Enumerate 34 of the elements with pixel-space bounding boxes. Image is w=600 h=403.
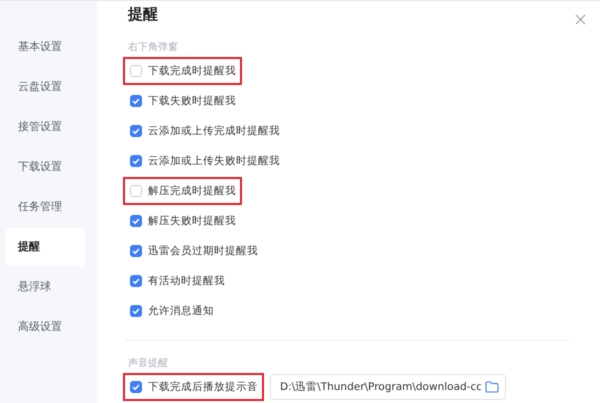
sidebar-item[interactable]: 基本设置 bbox=[6, 28, 85, 66]
option-label: 有活动时提醒我 bbox=[148, 274, 225, 288]
sidebar-item[interactable]: 云盘设置 bbox=[6, 68, 85, 106]
page-title: 提醒 bbox=[128, 4, 158, 25]
option-label: 下载完成时提醒我 bbox=[148, 64, 236, 78]
option-label: 下载失败时提醒我 bbox=[148, 94, 236, 108]
section-label: 声音提醒 bbox=[128, 356, 168, 371]
sidebar-item[interactable]: 提醒 bbox=[6, 228, 85, 266]
folder-icon[interactable] bbox=[485, 381, 499, 393]
checkbox[interactable] bbox=[130, 381, 142, 393]
checkbox[interactable] bbox=[130, 275, 142, 287]
checkbox[interactable] bbox=[130, 95, 142, 107]
sidebar-item[interactable]: 下载设置 bbox=[6, 148, 85, 186]
checkbox[interactable] bbox=[130, 65, 142, 77]
checkbox[interactable] bbox=[130, 305, 142, 317]
sidebar-item[interactable]: 高级设置 bbox=[6, 308, 85, 346]
checkbox[interactable] bbox=[130, 125, 142, 137]
option-label: 允许消息通知 bbox=[148, 304, 214, 318]
sidebar-item[interactable]: 悬浮球 bbox=[6, 268, 85, 306]
checkbox[interactable] bbox=[130, 245, 142, 257]
option-label: 迅雷会员过期时提醒我 bbox=[148, 244, 258, 258]
sidebar-item[interactable]: 接管设置 bbox=[6, 108, 85, 146]
sidebar-item[interactable]: 任务管理 bbox=[6, 188, 85, 226]
option-label: 解压失败时提醒我 bbox=[148, 214, 236, 228]
option-label: 下载完成后播放提示音 bbox=[148, 380, 258, 394]
checkbox[interactable] bbox=[130, 185, 142, 197]
option-label: 云添加或上传失败时提醒我 bbox=[148, 154, 280, 168]
option-label: 解压完成时提醒我 bbox=[148, 184, 236, 198]
section-label: 右下角弹窗 bbox=[128, 40, 178, 55]
option-label: 云添加或上传完成时提醒我 bbox=[148, 124, 280, 138]
checkbox[interactable] bbox=[130, 215, 142, 227]
close-icon[interactable] bbox=[575, 14, 586, 25]
path-field[interactable]: D:\迅雷\Thunder\Program\download-cc bbox=[270, 374, 506, 400]
checkbox[interactable] bbox=[130, 155, 142, 167]
